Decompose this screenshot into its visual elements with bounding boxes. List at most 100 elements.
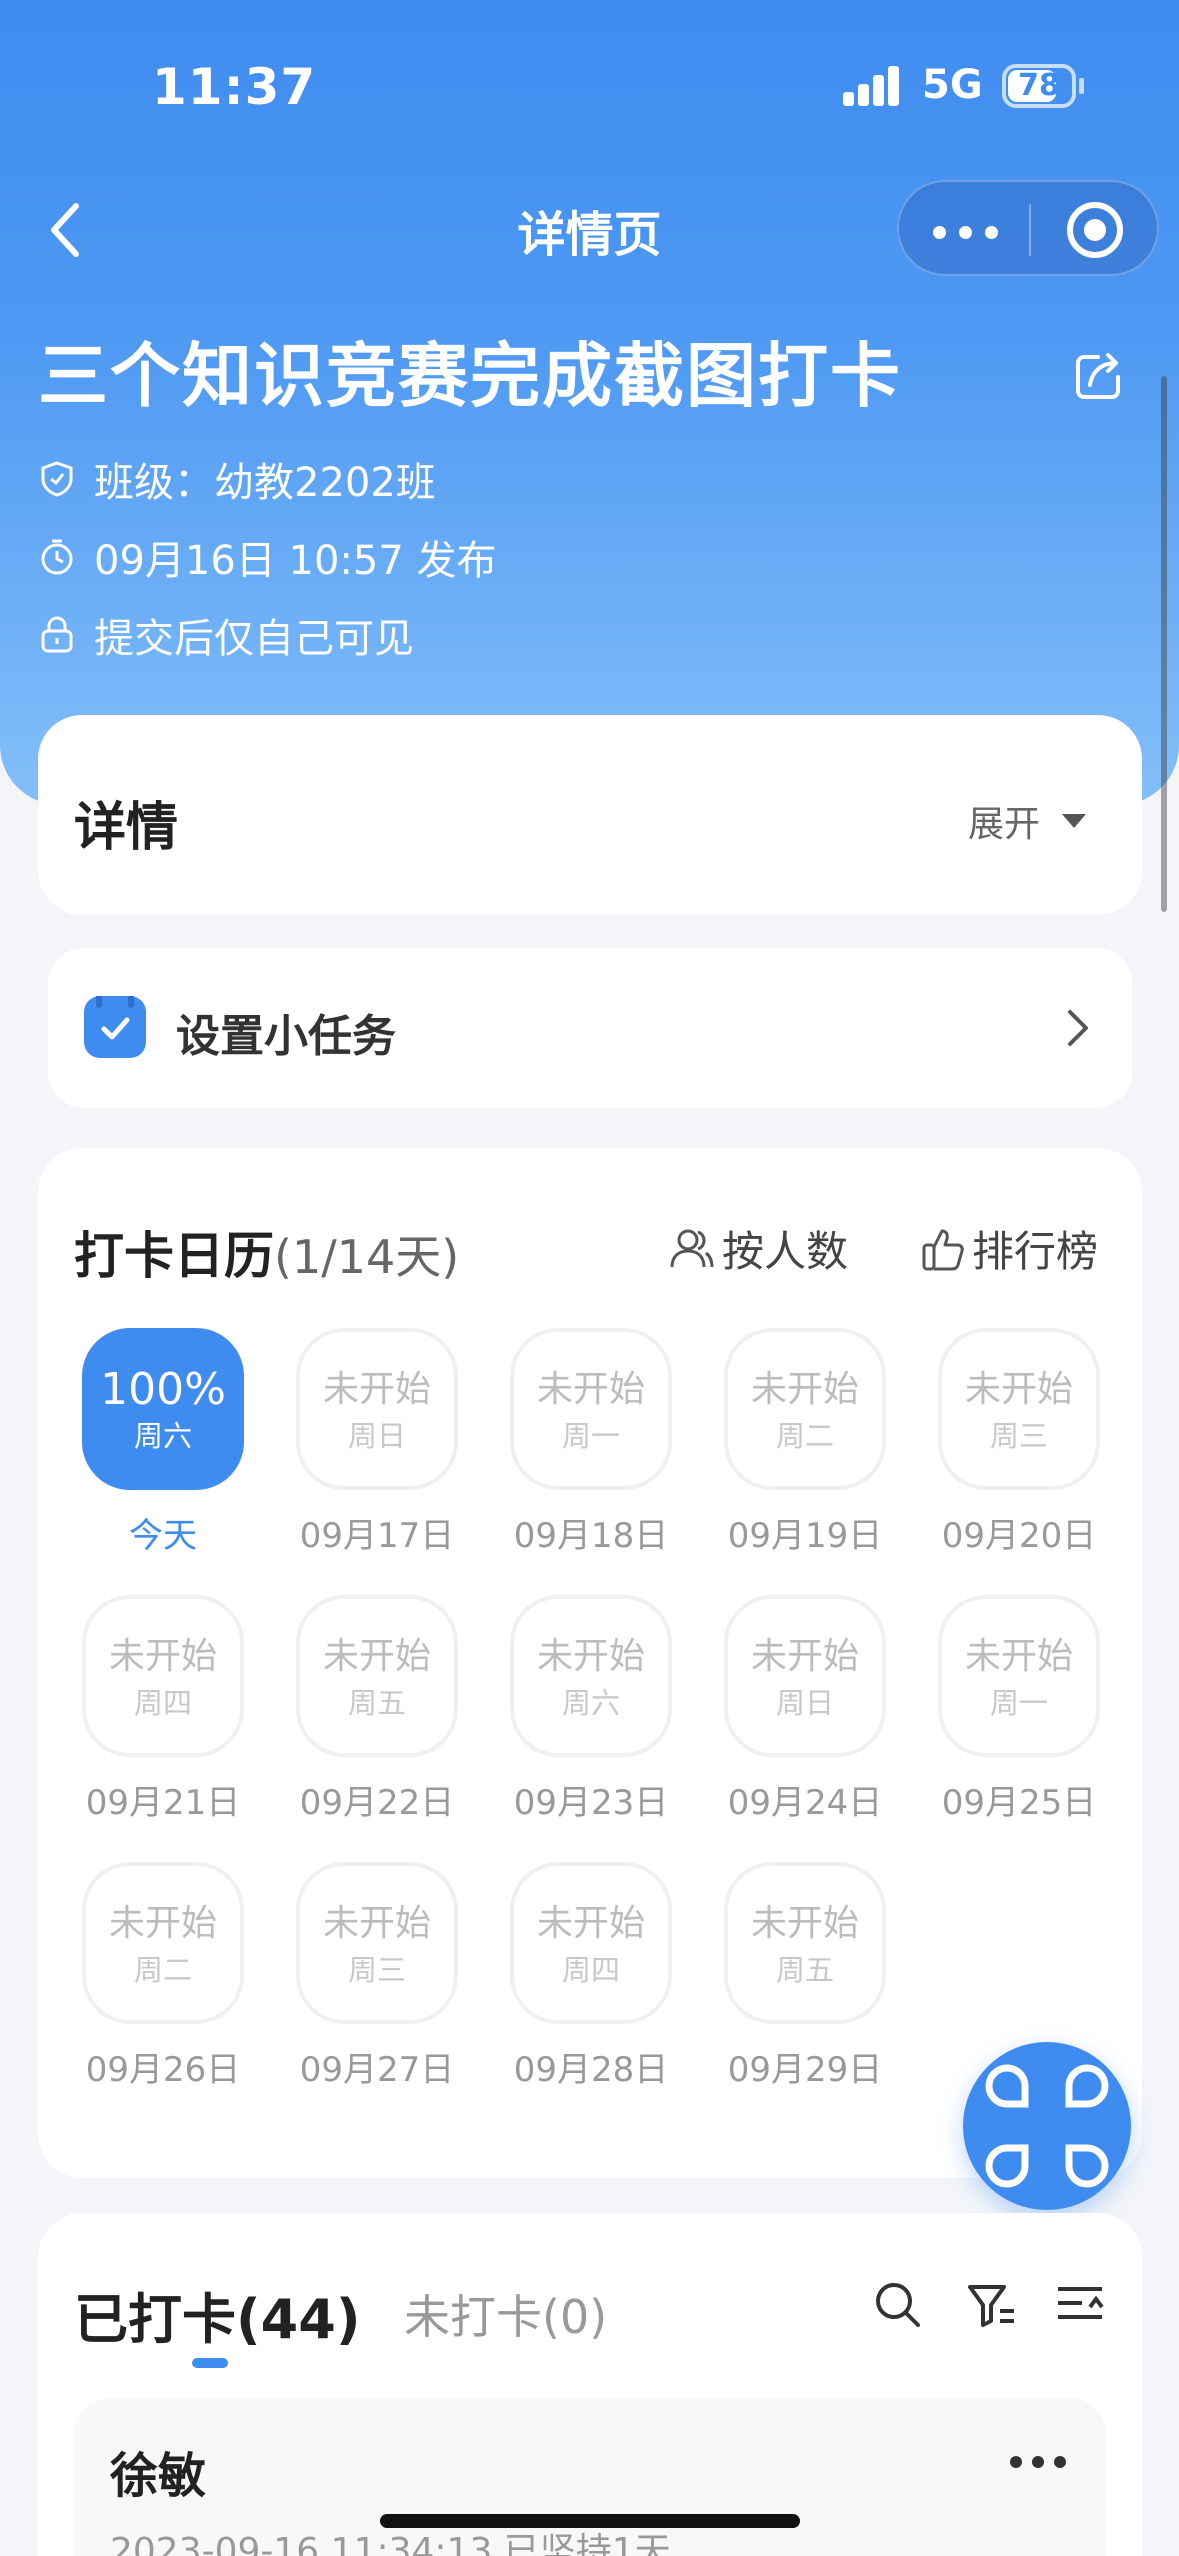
- subtask-row[interactable]: 设置小任务: [48, 948, 1132, 1108]
- day-date: 今天: [129, 1516, 197, 1556]
- publish-info: 09月16日 10:57 发布: [38, 528, 497, 586]
- triangle-down-icon: [1062, 814, 1086, 828]
- detail-card: 详情 展开: [38, 715, 1142, 915]
- tab-checked-in[interactable]: 已打卡(44): [74, 2275, 361, 2354]
- calendar-day[interactable]: 未开始周五 09月22日: [296, 1595, 458, 1824]
- calendar-title: 打卡日历(1/14天): [74, 1227, 460, 1285]
- calendar-day[interactable]: 未开始 周一 09月18日: [510, 1328, 672, 1557]
- day-weekday: 周五: [347, 1686, 406, 1720]
- shield-icon: [38, 460, 76, 498]
- miniprogram-capsule: [897, 180, 1159, 276]
- calendar-day[interactable]: 未开始周二 09月26日: [82, 1862, 244, 2091]
- task-title: 三个知识竞赛完成截图打卡: [38, 335, 902, 417]
- expand-label: 展开: [967, 804, 1040, 845]
- calendar-day[interactable]: 未开始 周五 09月29日: [724, 1862, 886, 2091]
- list-item[interactable]: 徐敏 2023-09-16 11:34:13 已坚持1天: [74, 2398, 1106, 2556]
- day-status-box: 未开始 周五: [724, 1862, 886, 2024]
- network-type: 5G: [922, 62, 983, 108]
- day-status-box: 未开始 周六: [510, 1595, 672, 1757]
- calendar-day[interactable]: 未开始 周四 09月28日: [510, 1862, 672, 2091]
- day-date: 09月26日: [85, 2050, 241, 2090]
- day-weekday: 周四: [133, 1686, 192, 1720]
- calendar-day[interactable]: 未开始 周日 09月24日: [724, 1595, 886, 1824]
- day-status: 未开始: [964, 1636, 1073, 1677]
- calendar-day[interactable]: 未开始 周一 09月25日: [938, 1595, 1100, 1824]
- search-icon: [876, 2283, 920, 2327]
- day-status: 未开始: [322, 1369, 431, 1410]
- day-weekday: 周二: [775, 1419, 834, 1453]
- more-icon[interactable]: [1010, 2456, 1066, 2472]
- calendar-day[interactable]: 100% 周六今天: [82, 1328, 244, 1557]
- day-date: 09月20日: [941, 1516, 1097, 1556]
- detail-label: 详情: [74, 798, 179, 858]
- day-status-box: 未开始 周日: [296, 1328, 458, 1490]
- ranking-button[interactable]: 排行榜: [920, 1218, 1098, 1279]
- subtask-label: 设置小任务: [176, 1011, 396, 1062]
- publish-time: 09月16日 10:57 发布: [94, 538, 497, 584]
- calendar-day[interactable]: 未开始周六 09月23日: [510, 1595, 672, 1824]
- target-icon[interactable]: [1067, 202, 1123, 258]
- thumb-icon: [922, 1229, 964, 1270]
- calendar-day[interactable]: 未开始 周三 09月27日: [296, 1862, 458, 2091]
- day-date: 09月19日: [727, 1516, 883, 1556]
- day-status-box: 未开始 周日: [724, 1595, 886, 1757]
- lock-icon: [38, 616, 76, 654]
- battery-icon: 78: [1002, 64, 1076, 108]
- status-bar: 11:37 5G 78: [0, 0, 1179, 175]
- calendar-day[interactable]: 未开始周四 09月21日: [82, 1595, 244, 1824]
- chevron-right-icon: [1068, 1010, 1088, 1046]
- day-weekday: 周日: [347, 1419, 406, 1453]
- day-weekday: 周六: [561, 1686, 620, 1720]
- day-weekday: 周一: [989, 1686, 1048, 1720]
- calendar-day[interactable]: 未开始周日 09月17日: [296, 1328, 458, 1557]
- day-status-box: 未开始 周二: [724, 1328, 886, 1490]
- day-status: 未开始: [322, 1636, 431, 1677]
- day-status: 未开始: [964, 1369, 1073, 1410]
- day-weekday: 周五: [775, 1953, 834, 1987]
- day-status-box: 未开始 周三: [296, 1862, 458, 2024]
- scrollbar[interactable]: [1161, 376, 1167, 912]
- day-status-box: 未开始 周三: [938, 1328, 1100, 1490]
- day-weekday: 周日: [775, 1686, 834, 1720]
- calendar-day[interactable]: 未开始 周三 09月20日: [938, 1328, 1100, 1557]
- entry-name: 徐敏: [110, 2448, 207, 2504]
- share-icon[interactable]: [1070, 345, 1130, 405]
- day-status-box: 未开始 周四: [82, 1595, 244, 1757]
- day-weekday: 周二: [133, 1953, 192, 1987]
- day-date: 09月23日: [513, 1783, 669, 1823]
- day-date: 09月28日: [513, 2050, 669, 2090]
- calendar-progress: (1/14天): [274, 1230, 460, 1284]
- day-date: 09月24日: [727, 1783, 883, 1823]
- expand-button[interactable]: 展开: [968, 795, 1086, 847]
- search-button[interactable]: [870, 2277, 926, 2333]
- status-time: 11:37: [152, 58, 317, 116]
- day-status: 未开始: [536, 1636, 645, 1677]
- filter-button[interactable]: [964, 2277, 1020, 2333]
- signal-icon: [843, 66, 901, 106]
- visibility-text: 提交后仅自己可见: [94, 616, 414, 662]
- day-status-box: 未开始 周二: [82, 1862, 244, 2024]
- people-icon: [670, 1229, 714, 1267]
- filter-icon: [968, 2285, 1014, 2327]
- apps-button[interactable]: [963, 2042, 1131, 2210]
- day-status: 未开始: [108, 1903, 217, 1944]
- day-status-box: 100% 周六: [82, 1328, 244, 1490]
- by-people-button[interactable]: 按人数: [668, 1218, 848, 1279]
- day-date: 09月22日: [299, 1783, 455, 1823]
- day-date: 09月17日: [299, 1516, 455, 1556]
- apps-icon: [985, 2064, 1109, 2188]
- day-date: 09月18日: [513, 1516, 669, 1556]
- checkin-list-card: 已打卡(44) 未打卡(0) 徐敏 2023-09-16 11:34:13 已坚…: [38, 2213, 1142, 2556]
- day-date: 09月27日: [299, 2050, 455, 2090]
- battery-level: 78: [1018, 68, 1060, 103]
- visibility-info: 提交后仅自己可见: [38, 606, 414, 664]
- day-status: 未开始: [750, 1903, 859, 1944]
- day-status: 未开始: [108, 1636, 217, 1677]
- day-weekday: 周三: [347, 1953, 406, 1987]
- more-icon[interactable]: [933, 206, 999, 254]
- tab-not-checked-in[interactable]: 未打卡(0): [404, 2281, 607, 2347]
- calendar-day[interactable]: 未开始 周二 09月19日: [724, 1328, 886, 1557]
- checkin-calendar-card: 打卡日历(1/14天) 按人数 排行榜 100% 周六 今天 未开始 周日 09月17日未…: [38, 1148, 1142, 2178]
- sort-button[interactable]: [1052, 2277, 1108, 2333]
- day-date: 09月21日: [85, 1783, 241, 1823]
